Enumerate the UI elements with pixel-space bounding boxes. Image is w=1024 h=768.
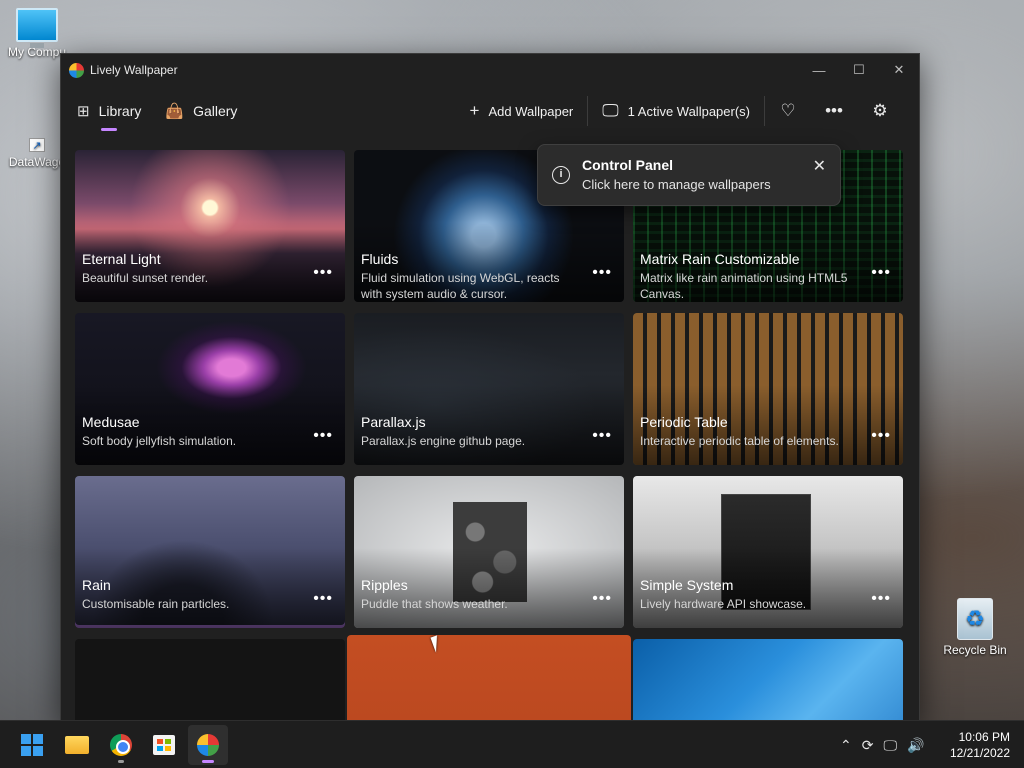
lively-logo-icon	[69, 62, 84, 78]
add-wallpaper-button[interactable]: + Add Wallpaper	[456, 86, 588, 136]
wallpaper-name: Rain	[82, 577, 111, 593]
lively-logo-icon	[197, 734, 219, 756]
tip-title: Control Panel	[582, 157, 674, 173]
active-wallpapers-button[interactable]: 🖵 1 Active Wallpaper(s)	[588, 86, 764, 136]
more-icon: •••	[825, 101, 843, 120]
wallpaper-name: Medusae	[82, 414, 140, 430]
taskbar-store[interactable]	[144, 725, 184, 765]
start-button[interactable]	[12, 725, 52, 765]
wallpaper-name: Matrix Rain Customizable	[640, 251, 800, 267]
navigation-bar: ⊞ Library 👜 Gallery + Add Wallpaper 🖵 1 …	[61, 86, 919, 136]
desktop-icon-label: DataWago	[8, 155, 66, 169]
wallpaper-name: Periodic Table	[640, 414, 728, 430]
wallpaper-tile[interactable]: Parallax.js Parallax.js engine github pa…	[354, 313, 624, 465]
close-button[interactable]: ✕	[879, 54, 919, 86]
more-icon[interactable]: •••	[313, 590, 333, 608]
wallpaper-description: Puddle that shows weather.	[361, 597, 508, 611]
clock-time: 10:06 PM	[958, 730, 1010, 744]
wallpaper-description: Lively hardware API showcase.	[640, 597, 807, 611]
system-tray: ⌃ ⟳ 🖵 🔊	[840, 721, 924, 768]
wallpaper-tile[interactable]: Periodic Table Interactive periodic tabl…	[633, 313, 903, 465]
title-bar[interactable]: Lively Wallpaper — ☐ ✕	[61, 54, 919, 86]
desktop-icon-recycle-bin[interactable]: ♻ Recycle Bin	[938, 598, 1012, 657]
wallpaper-tile-selected[interactable]: Rain Customisable rain particles. •••	[75, 476, 345, 628]
wallpaper-description: Interactive periodic table of elements.	[640, 434, 839, 448]
info-icon: i	[552, 166, 570, 184]
wallpaper-name: Simple System	[640, 577, 734, 593]
wallpaper-tile[interactable]: Eternal Light Beautiful sunset render. •…	[75, 150, 345, 302]
more-icon[interactable]: •••	[871, 590, 891, 608]
taskbar: ⌃ ⟳ 🖵 🔊 10:06 PM 12/21/2022	[0, 720, 1024, 768]
store-icon	[153, 735, 175, 755]
plus-icon: +	[469, 101, 480, 120]
wallpaper-tile[interactable]	[633, 639, 903, 721]
wallpaper-description: Customisable rain particles.	[82, 597, 230, 611]
taskbar-file-explorer[interactable]	[57, 725, 97, 765]
taskbar-lively-wallpaper[interactable]	[188, 725, 228, 765]
control-panel-teaching-tip[interactable]: i Control Panel Click here to manage wal…	[537, 144, 841, 206]
wallpaper-description: Beautiful sunset render.	[82, 271, 209, 285]
recycle-bin-icon: ♻	[957, 598, 993, 640]
wallpaper-name: Eternal Light	[82, 251, 161, 267]
lively-wallpaper-window: Lively Wallpaper — ☐ ✕ ⊞ Library 👜 Galle…	[60, 53, 920, 722]
heart-icon: ♡	[780, 101, 796, 120]
wallpaper-grid: Eternal Light Beautiful sunset render. •…	[75, 150, 903, 721]
taskbar-chrome[interactable]	[101, 725, 141, 765]
wallpaper-description: Parallax.js engine github page.	[361, 434, 526, 448]
sync-icon[interactable]: ⟳	[862, 737, 874, 754]
shopping-bag-icon: 👜	[165, 103, 185, 120]
tab-library[interactable]: ⊞ Library	[77, 86, 141, 136]
more-icon[interactable]: •••	[313, 264, 333, 282]
close-icon[interactable]: ✕	[813, 156, 826, 176]
wallpaper-tile[interactable]: Ripples Puddle that shows weather. •••	[354, 476, 624, 628]
favorites-button[interactable]: ♡	[765, 86, 811, 136]
wallpaper-tile[interactable]: Simple System Lively hardware API showca…	[633, 476, 903, 628]
folder-icon	[65, 736, 89, 754]
more-icon[interactable]: •••	[871, 427, 891, 445]
desktop-icon-label: Recycle Bin	[943, 643, 1007, 657]
volume-icon[interactable]: 🔊	[907, 737, 924, 754]
wallpaper-name: Ripples	[361, 577, 408, 593]
button-label: Add Wallpaper	[488, 103, 574, 119]
more-options-button[interactable]: •••	[811, 86, 857, 136]
more-icon[interactable]: •••	[871, 264, 891, 282]
clock[interactable]: 10:06 PM 12/21/2022	[950, 729, 1010, 761]
grid-icon: ⊞	[77, 103, 90, 120]
monitor-icon: 🖵	[602, 101, 619, 120]
more-icon[interactable]: •••	[592, 590, 612, 608]
minimize-button[interactable]: —	[799, 54, 839, 86]
clock-date: 12/21/2022	[949, 746, 1010, 760]
tab-label: Library	[98, 103, 142, 119]
wallpaper-tile[interactable]: Medusae Soft body jellyfish simulation. …	[75, 313, 345, 465]
more-icon[interactable]: •••	[592, 427, 612, 445]
settings-button[interactable]: ⚙	[857, 86, 903, 136]
windows-logo-icon	[21, 734, 43, 756]
wallpaper-description: Fluid simulation using WebGL, reacts wit…	[361, 271, 560, 301]
tip-subtitle: Click here to manage wallpapers	[582, 177, 771, 192]
more-icon[interactable]: •••	[592, 264, 612, 282]
wallpaper-name: Fluids	[361, 251, 399, 267]
chevron-up-icon[interactable]: ⌃	[840, 737, 852, 754]
wallpaper-name: Parallax.js	[361, 414, 426, 430]
wallpaper-description: Soft body jellyfish simulation.	[82, 434, 237, 448]
wallpaper-tile[interactable]	[347, 635, 631, 721]
wallpaper-description: Matrix like rain animation using HTML5 C…	[640, 271, 848, 301]
tab-label: Gallery	[193, 103, 238, 119]
gear-icon: ⚙	[872, 101, 888, 120]
network-icon[interactable]: 🖵	[883, 737, 897, 754]
window-title: Lively Wallpaper	[90, 63, 178, 77]
wallpaper-tile[interactable]	[75, 639, 345, 721]
tab-gallery[interactable]: 👜 Gallery	[165, 86, 237, 136]
chrome-icon	[110, 734, 132, 756]
desktop-icon-my-computer[interactable]: My Compu	[0, 8, 74, 59]
monitor-icon	[16, 8, 58, 48]
button-label: 1 Active Wallpaper(s)	[627, 103, 750, 119]
shortcut-arrow-icon: ↗	[29, 138, 45, 152]
maximize-button[interactable]: ☐	[839, 54, 879, 86]
more-icon[interactable]: •••	[313, 427, 333, 445]
